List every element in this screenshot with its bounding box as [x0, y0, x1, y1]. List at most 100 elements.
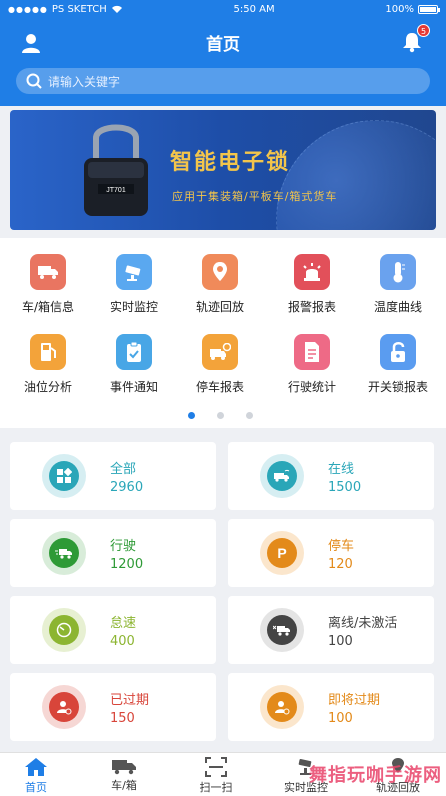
feature-menu: 车/箱信息 实时监控 轨迹回放 报警报表 温度曲线 油位分析 事件通知 停车报表…	[0, 238, 446, 428]
menu-label: 轨迹回放	[195, 300, 244, 314]
stat-value: 100	[328, 711, 353, 726]
home-icon	[25, 758, 47, 776]
user-profile-button[interactable]	[20, 32, 42, 54]
stat-value: 120	[328, 557, 353, 572]
banner-title: 智能电子锁	[170, 150, 291, 175]
stat-value: 1200	[110, 557, 144, 572]
stat-label: 已过期	[110, 693, 150, 708]
expired-user-icon	[42, 685, 86, 729]
stat-label: 全部	[110, 462, 137, 477]
grid-icon	[42, 454, 86, 498]
menu-item-driving-stats[interactable]: 行驶统计	[268, 334, 356, 395]
stat-card-online[interactable]: 在线 1500	[228, 442, 434, 510]
parking-icon: P	[260, 531, 304, 575]
menu-item-alarm-report[interactable]: 报警报表	[268, 254, 356, 315]
stat-value: 100	[328, 634, 353, 649]
menu-item-event-notice[interactable]: 事件通知	[90, 334, 178, 395]
menu-item-lock-report[interactable]: 开关锁报表	[354, 334, 442, 395]
stat-value: 150	[110, 711, 135, 726]
expiring-user-icon	[260, 685, 304, 729]
tab-label: 扫一扫	[199, 781, 233, 794]
stat-value: 1500	[328, 480, 362, 495]
stat-label: 停车	[328, 539, 355, 554]
status-time: 5:50 AM	[233, 3, 275, 15]
gauge-icon	[42, 608, 86, 652]
scan-icon	[205, 757, 227, 777]
thermometer-icon	[380, 254, 416, 290]
stat-value: 400	[110, 634, 135, 649]
battery-icon	[417, 4, 440, 14]
camera-icon	[116, 254, 152, 290]
banner-subtitle: 应用于集装箱/平板车/箱式货车	[172, 190, 338, 203]
battery-percent: 100%	[385, 3, 414, 15]
device-model-label: JT701	[106, 187, 126, 194]
alarm-icon	[294, 254, 330, 290]
offline-truck-icon	[260, 608, 304, 652]
unlock-icon	[380, 334, 416, 370]
tab-label: 首页	[25, 781, 47, 794]
fuel-icon	[30, 334, 66, 370]
menu-label: 行驶统计	[287, 380, 336, 394]
menu-item-parking-report[interactable]: 停车报表	[176, 334, 264, 395]
user-icon	[22, 34, 40, 53]
stat-card-expired[interactable]: 已过期 150	[10, 673, 216, 741]
clipboard-check-icon	[116, 334, 152, 370]
pager-dot[interactable]	[217, 412, 224, 419]
globe-graphic	[276, 120, 436, 230]
menu-label: 事件通知	[109, 380, 158, 394]
search-placeholder: 请输入关键字	[48, 74, 121, 89]
pager-dot-active[interactable]	[188, 412, 195, 419]
menu-label: 实时监控	[109, 300, 158, 314]
stat-label: 离线/未激活	[328, 616, 398, 631]
pager-dot[interactable]	[246, 412, 253, 419]
map-pin-icon	[202, 254, 238, 290]
notifications-button[interactable]: 5	[400, 24, 430, 54]
promo-banner[interactable]: JT701 智能电子锁 应用于集装箱/平板车/箱式货车	[10, 110, 436, 230]
stat-card-idle[interactable]: 怠速 400	[10, 596, 216, 664]
app-header: ●●●●● PS SKETCH 5:50 AM 100% 首页 5 请输入关键字	[0, 0, 446, 106]
parking-truck-icon	[202, 334, 238, 370]
truck-icon	[112, 760, 136, 775]
electronic-lock-image: JT701	[84, 124, 148, 216]
search-input[interactable]: 请输入关键字	[16, 68, 430, 94]
menu-item-temperature-curve[interactable]: 温度曲线	[354, 254, 442, 315]
menu-item-fuel-analysis[interactable]: 油位分析	[4, 334, 92, 395]
stat-value: 2960	[110, 480, 144, 495]
menu-label: 车/箱信息	[21, 300, 75, 314]
stat-card-all[interactable]: 全部 2960	[10, 442, 216, 510]
menu-item-vehicle-info[interactable]: 车/箱信息	[4, 254, 92, 315]
tab-home[interactable]: 首页	[0, 757, 76, 795]
tab-scan[interactable]: 扫一扫	[176, 757, 256, 795]
tab-label: 车/箱	[111, 779, 137, 792]
stat-label: 行驶	[110, 539, 137, 554]
menu-pager[interactable]	[188, 412, 253, 419]
stat-label: 在线	[328, 462, 355, 477]
stat-card-expiring[interactable]: 即将过期 100	[228, 673, 434, 741]
truck-icon	[30, 254, 66, 290]
signal-icon: ●●●●●	[8, 4, 48, 14]
search-icon	[26, 73, 42, 89]
stat-card-offline[interactable]: 离线/未激活 100	[228, 596, 434, 664]
status-bar: ●●●●● PS SKETCH 5:50 AM 100%	[0, 0, 446, 18]
menu-item-realtime-monitor[interactable]: 实时监控	[90, 254, 178, 315]
menu-label: 温度曲线	[373, 300, 422, 314]
menu-item-track-playback[interactable]: 轨迹回放	[176, 254, 264, 315]
stat-card-moving[interactable]: 行驶 1200	[10, 519, 216, 587]
moving-truck-icon	[42, 531, 86, 575]
bottom-tab-bar: 首页 车/箱 扫一扫 实时监控 轨迹回放 舞指玩咖手游网	[0, 752, 446, 796]
stat-label: 怠速	[110, 616, 137, 631]
menu-label: 开关锁报表	[367, 380, 428, 394]
watermark-text: 舞指玩咖手游网	[309, 765, 442, 786]
tab-vehicles[interactable]: 车/箱	[84, 757, 164, 793]
menu-label: 报警报表	[287, 300, 336, 314]
document-icon	[294, 334, 330, 370]
wifi-icon	[111, 5, 122, 13]
carrier-name: PS SKETCH	[51, 3, 107, 15]
stat-label: 即将过期	[328, 693, 381, 708]
menu-label: 停车报表	[195, 380, 244, 394]
online-truck-icon	[260, 454, 304, 498]
stat-card-parked[interactable]: P 停车 120	[228, 519, 434, 587]
page-title: 首页	[206, 34, 240, 55]
menu-label: 油位分析	[23, 380, 72, 394]
notification-badge: 5	[417, 24, 430, 37]
